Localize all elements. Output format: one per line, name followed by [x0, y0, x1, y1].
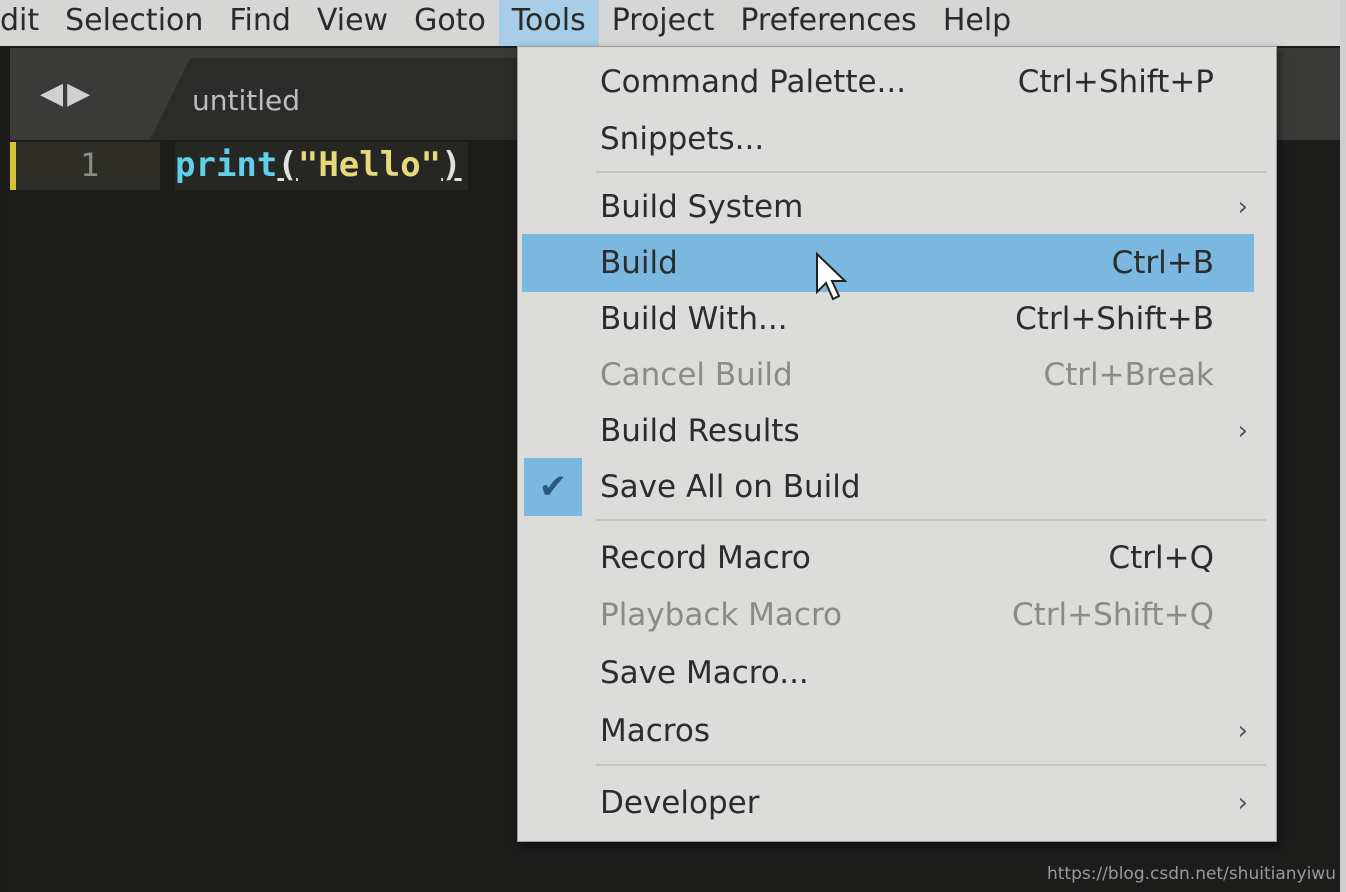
menu-item-snippets[interactable]: Snippets...: [522, 110, 1254, 168]
menu-item-record-macro[interactable]: Record Macro Ctrl+Q: [522, 529, 1254, 587]
menu-view[interactable]: View: [304, 0, 401, 46]
menu-goto[interactable]: Goto: [401, 0, 499, 46]
menu-dit[interactable]: dit: [0, 0, 52, 46]
chevron-right-icon: ›: [1237, 192, 1248, 222]
menu-item-shortcut: Ctrl+Shift+P: [1017, 64, 1214, 100]
chevron-right-icon: ›: [1237, 416, 1248, 446]
tab-nav-arrows-icon[interactable]: ◀▶: [40, 76, 94, 111]
code-line[interactable]: print("Hello"): [175, 142, 468, 190]
menu-item-build-with[interactable]: Build With... Ctrl+Shift+B: [522, 290, 1254, 348]
menu-item-shortcut: Ctrl+Q: [1108, 540, 1214, 576]
chevron-right-icon: ›: [1237, 788, 1248, 818]
chevron-right-icon: ›: [1237, 716, 1248, 746]
mouse-pointer-icon: [816, 252, 848, 301]
menu-item-label: Build Results: [600, 413, 800, 449]
menu-preferences[interactable]: Preferences: [727, 0, 929, 46]
menu-item-cancel-build: Cancel Build Ctrl+Break: [522, 346, 1254, 404]
menu-item-command-palette[interactable]: Command Palette... Ctrl+Shift+P: [522, 53, 1254, 111]
code-function: print: [175, 145, 278, 185]
menu-bar: dit Selection Find View Goto Tools Project Pref…: [0, 0, 1346, 46]
code-string: "Hello": [297, 145, 442, 185]
tab-title: untitled: [192, 84, 301, 117]
menu-separator: [596, 171, 1266, 173]
menu-item-label: Record Macro: [600, 540, 811, 576]
menu-item-label: Save All on Build: [600, 469, 861, 505]
menu-project[interactable]: Project: [599, 0, 728, 46]
menu-item-developer[interactable]: Developer ›: [522, 774, 1254, 832]
menu-item-label: Cancel Build: [600, 357, 793, 393]
menu-separator: [596, 519, 1266, 521]
menu-item-shortcut: Ctrl+Shift+B: [1015, 301, 1214, 337]
menu-item-shortcut: Ctrl+Shift+Q: [1012, 597, 1214, 633]
watermark: https://blog.csdn.net/shuitianyiwu: [1046, 864, 1336, 884]
menu-item-save-macro[interactable]: Save Macro...: [522, 644, 1254, 702]
menu-item-shortcut: Ctrl+B: [1111, 245, 1214, 281]
menu-item-label: Command Palette...: [600, 64, 907, 100]
menu-item-label: Build: [600, 245, 678, 281]
menu-item-label: Playback Macro: [600, 597, 842, 633]
menu-item-macros[interactable]: Macros ›: [522, 702, 1254, 760]
menu-item-build[interactable]: Build Ctrl+B: [522, 234, 1254, 292]
tab-untitled[interactable]: untitled: [150, 58, 530, 140]
window-edge: [1340, 0, 1346, 892]
code-paren-open: (: [277, 145, 298, 185]
menu-help[interactable]: Help: [930, 0, 1024, 46]
menu-item-label: Snippets...: [600, 121, 765, 157]
menu-item-playback-macro: Playback Macro Ctrl+Shift+Q: [522, 586, 1254, 644]
code-paren-close: ): [441, 145, 462, 185]
menu-item-shortcut: Ctrl+Break: [1043, 357, 1215, 393]
menu-item-build-results[interactable]: Build Results ›: [522, 402, 1254, 460]
menu-item-label: Build System: [600, 189, 804, 225]
menu-item-save-all-on-build[interactable]: ✔ Save All on Build: [522, 458, 1254, 516]
tools-menu-dropdown: Command Palette... Ctrl+Shift+P Snippets..…: [517, 46, 1277, 842]
checkmark-icon: ✔: [524, 458, 582, 516]
menu-find[interactable]: Find: [216, 0, 303, 46]
menu-item-label: Save Macro...: [600, 655, 809, 691]
line-number: 1: [80, 146, 100, 184]
menu-item-label: Developer: [600, 785, 760, 821]
menu-tools[interactable]: Tools: [498, 0, 599, 46]
menu-item-build-system[interactable]: Build System ›: [522, 178, 1254, 236]
menu-item-label: Macros: [600, 713, 710, 749]
menu-separator: [596, 764, 1266, 766]
menu-item-label: Build With...: [600, 301, 788, 337]
menu-selection[interactable]: Selection: [52, 0, 216, 46]
